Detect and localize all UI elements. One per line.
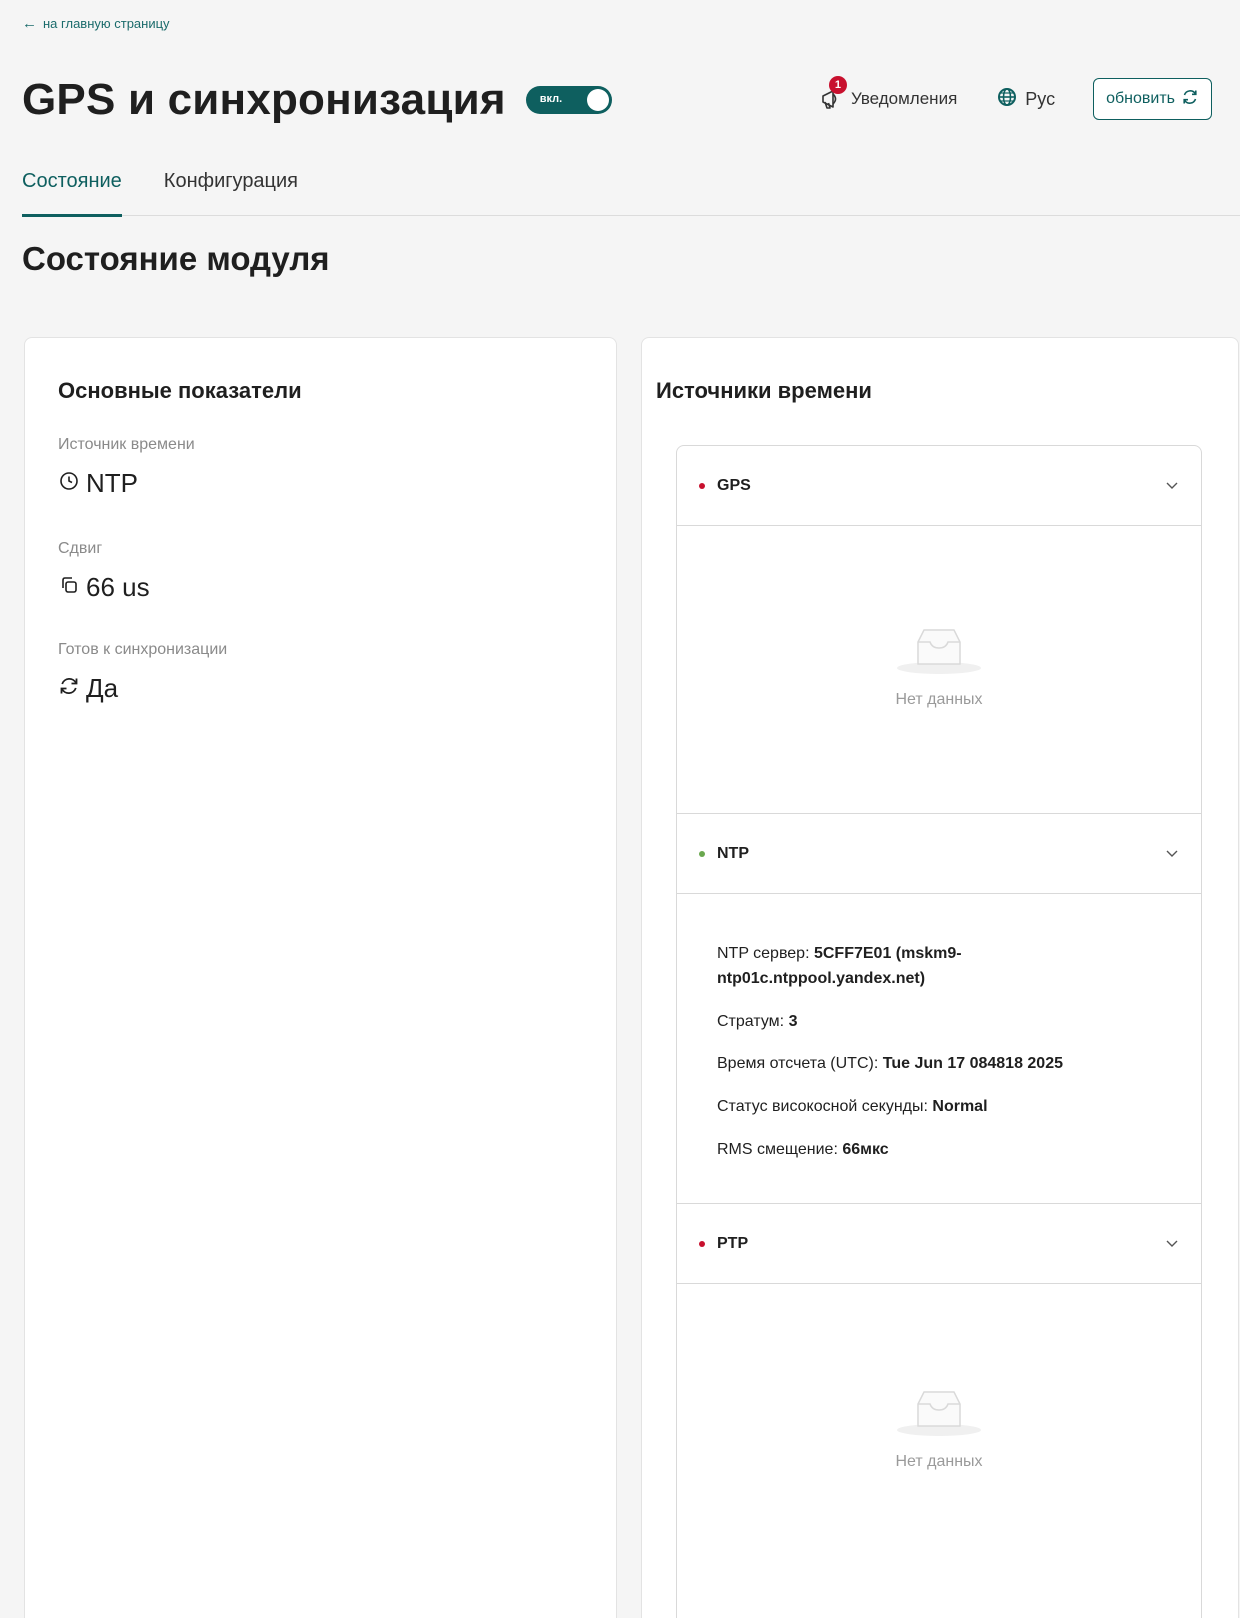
ntp-details: NTP сервер: 5CFF7E01 (mskm9-ntp01c.ntppo… [717,942,1137,1181]
notifications-label: Уведомления [850,89,958,108]
metric-label: Источник времени [58,436,195,453]
inbox-icon [894,626,984,679]
main-metrics-title: Основные показатели [58,378,302,403]
toggle-knob [586,89,609,111]
metric-value: Да [58,673,227,704]
refresh-label: обновить [1106,90,1175,107]
stratum-label: Стратум: [717,1012,785,1030]
rms-offset-label: RMS смещение: [717,1140,838,1158]
metric-offset: Сдвиг 66 us [58,540,150,603]
copy-icon [58,572,80,603]
metric-value-text: 66 us [86,572,150,602]
status-dot [699,482,705,489]
metric-time-source: Источник времени NTP [58,436,195,499]
back-link[interactable]: ← на главную страницу [22,16,170,31]
metric-value: NTP [58,468,195,499]
source-header-ntp[interactable]: NTP [677,814,1201,894]
source-name: GPS [717,476,751,494]
metric-value: 66 us [58,572,150,603]
globe-icon [997,87,1017,112]
status-dot [699,1240,705,1247]
time-sources-title: Источники времени [656,378,872,403]
time-sources-card: Источники времени GPS Нет данных NTP NTP… [641,337,1239,1618]
rms-offset-row: RMS смещение: 66мкс [717,1138,1137,1163]
ref-time-value: Tue Jun 17 084818 2025 [882,1055,1063,1073]
ref-time-label: Время отсчета (UTC): [717,1055,879,1073]
metric-sync-ready: Готов к синхронизации Да [58,641,227,704]
language-label: Рус [1025,88,1056,109]
toggle-label: вкл. [539,93,563,105]
ntp-server-label: NTP сервер: [717,945,810,962]
leap-second-row: Статус високосной секунды: Normal [717,1095,1137,1120]
notifications-button[interactable]: 1 Уведомления [819,76,958,112]
chevron-down-icon[interactable] [1165,1236,1179,1254]
source-body-ptp: Нет данных [677,1284,1201,1604]
metric-label: Сдвиг [58,540,103,557]
chevron-down-icon[interactable] [1165,846,1179,864]
status-dot [699,850,705,857]
tabs: Состояние Конфигурация [22,160,1240,217]
empty-state: Нет данных [677,1388,1201,1471]
metric-label: Готов к синхронизации [58,641,228,658]
tab-configuration[interactable]: Конфигурация [164,160,298,216]
source-name: NTP [717,844,749,862]
module-toggle[interactable]: вкл. [525,86,612,114]
stratum-row: Стратум: 3 [717,1010,1137,1035]
empty-state: Нет данных [677,626,1201,709]
refresh-button[interactable]: обновить [1093,78,1212,120]
main-metrics-card: Основные показатели Источник времени NTP… [24,337,617,1618]
rms-offset-value: 66мкс [842,1140,889,1158]
language-selector[interactable]: Рус [997,87,1055,112]
leap-second-value: Normal [932,1098,988,1116]
section-title: Состояние модуля [22,240,330,277]
source-body-ntp: NTP сервер: 5CFF7E01 (mskm9-ntp01c.ntppo… [677,894,1201,1204]
notification-badge: 1 [828,76,847,94]
header-actions: 1 Уведомления Рус обновить [819,76,1212,120]
empty-label: Нет данных [895,691,983,708]
megaphone-icon: 1 [819,76,847,112]
sync-icon [58,673,80,704]
source-header-ptp[interactable]: PTP [677,1204,1201,1284]
source-body-gps: Нет данных [677,526,1201,814]
title-row: GPS и синхронизация вкл. [22,72,612,128]
leap-second-label: Статус високосной секунды: [717,1098,928,1116]
refresh-icon [1181,88,1199,111]
metric-value-text: NTP [86,468,138,498]
arrow-left-icon: ← [22,15,37,32]
page: ← на главную страницу GPS и синхронизаци… [0,0,1240,1618]
stratum-value: 3 [788,1012,798,1030]
ref-time-row: Время отсчета (UTC): Tue Jun 17 084818 2… [717,1052,1137,1077]
source-header-gps[interactable]: GPS [677,446,1201,526]
empty-label: Нет данных [895,1453,983,1470]
back-link-label: на главную страницу [43,16,170,31]
metric-value-text: Да [86,673,119,703]
chevron-down-icon[interactable] [1165,478,1179,496]
ntp-server-row: NTP сервер: 5CFF7E01 (mskm9-ntp01c.ntppo… [717,942,1137,992]
clock-icon [58,468,80,499]
tab-state[interactable]: Состояние [22,160,122,217]
time-sources-list: GPS Нет данных NTP NTP сервер: 5CFF7E01 … [676,445,1202,1618]
page-title: GPS и синхронизация [22,75,506,124]
inbox-icon [894,1388,984,1441]
source-name: PTP [717,1234,749,1252]
